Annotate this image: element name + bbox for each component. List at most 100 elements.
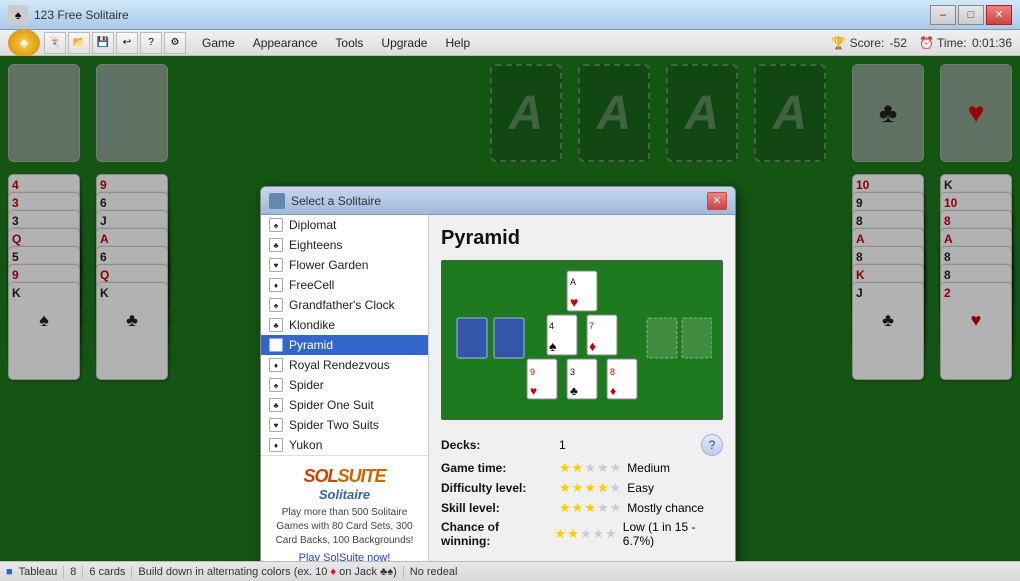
stat-difficulty-value: ★ ★ ★ ★ ★ Easy [559,480,654,496]
skill-star-1: ★ [559,500,571,516]
game-item-freecell[interactable]: ♦ FreeCell [261,275,428,295]
dialog-overlay: Select a Solitaire ✕ ♠ Diplomat ♣ Eighte… [0,56,1020,561]
game-label-spider: Spider [289,378,324,392]
game-label-royal-rendezvous: Royal Rendezvous [289,358,390,372]
select-solitaire-dialog: Select a Solitaire ✕ ♠ Diplomat ♣ Eighte… [260,186,736,561]
svg-text:♠: ♠ [549,338,557,354]
game-item-spider-one-suit[interactable]: ♣ Spider One Suit [261,395,428,415]
dialog-close-button[interactable]: ✕ [707,192,727,210]
skill-star-4: ★ [597,500,609,516]
toolbar-hint[interactable]: ? [140,32,162,54]
status-count: 8 [70,566,76,578]
chance-stars: ★ ★ ★ ★ ★ [555,526,617,542]
toolbar-save[interactable]: 💾 [92,32,114,54]
toolbar-new[interactable]: 🃏 [44,32,66,54]
svg-text:7: 7 [589,321,594,331]
game-item-spider[interactable]: ♠ Spider [261,375,428,395]
stat-decks: Decks: 1 ? [441,434,723,456]
toolbar-undo[interactable]: ↩ [116,32,138,54]
diff-star-5: ★ [610,480,622,496]
title-bar-title: 123 Free Solitaire [34,8,129,22]
score-section: 🏆 Score: -52 [831,36,907,50]
menu-game[interactable]: Game [194,34,243,52]
score-label-text: Score: [850,36,885,50]
dialog-icon [269,193,285,209]
stat-game-time-value: ★ ★ ★ ★ ★ Medium [559,460,670,476]
toolbar-options[interactable]: ⚙ [164,32,186,54]
skill-star-5: ★ [610,500,622,516]
game-item-yukon[interactable]: ♦ Yukon [261,435,428,455]
svg-text:3: 3 [570,367,575,377]
status-icon: ■ [6,566,13,578]
svg-text:9: 9 [530,367,535,377]
toolbar-open[interactable]: 📂 [68,32,90,54]
game-item-eighteens[interactable]: ♣ Eighteens [261,235,428,255]
chance-text: Low (1 in 15 - 6.7%) [623,520,723,548]
status-tableau: Tableau [19,566,58,578]
svg-text:♦: ♦ [589,338,596,354]
game-detail-title: Pyramid [441,227,723,250]
menu-right: 🏆 Score: -52 ⏰ Time: 0:01:36 [831,36,1012,50]
status-cards: 6 cards [89,566,125,578]
game-icon-spider: ♠ [269,378,283,392]
stat-game-time-label: Game time: [441,461,551,475]
game-label-eighteens: Eighteens [289,238,342,252]
score-label: 🏆 [831,36,849,50]
menu-tools[interactable]: Tools [327,34,371,52]
star-3: ★ [584,460,596,476]
game-label-grandfathers-clock: Grandfather's Clock [289,298,395,312]
menu-bar: ♣ 🃏 📂 💾 ↩ ? ⚙ Game Appearance Tools Upgr… [0,30,1020,56]
game-item-diplomat[interactable]: ♠ Diplomat [261,215,428,235]
chance-star-4: ★ [592,526,604,542]
game-item-pyramid[interactable]: ♥ Pyramid [261,335,428,355]
game-item-klondike[interactable]: ♣ Klondike [261,315,428,335]
status-redeal: No redeal [410,566,458,578]
diff-star-2: ★ [572,480,584,496]
stat-chance-value: ★ ★ ★ ★ ★ Low (1 in 15 - 6.7%) [555,520,724,548]
game-item-spider-two-suits[interactable]: ♥ Spider Two Suits [261,415,428,435]
chance-star-5: ★ [605,526,617,542]
time-label-text: Time: [937,36,967,50]
close-button[interactable]: ✕ [986,5,1012,25]
game-icon-royal-rendezvous: ♦ [269,358,283,372]
title-bar: ♠ 123 Free Solitaire – □ ✕ [0,0,1020,30]
star-2: ★ [572,460,584,476]
star-5: ★ [610,460,622,476]
game-icon-klondike: ♣ [269,318,283,332]
minimize-button[interactable]: – [930,5,956,25]
toolbar: 🃏 📂 💾 ↩ ? ⚙ [44,32,186,54]
svg-text:A: A [570,277,576,287]
difficulty-stars: ★ ★ ★ ★ ★ [559,480,621,496]
menu-appearance[interactable]: Appearance [245,34,326,52]
chance-star-3: ★ [580,526,592,542]
app-logo: ♣ [8,29,40,57]
stat-game-time: Game time: ★ ★ ★ ★ ★ Medium [441,460,723,476]
maximize-button[interactable]: □ [958,5,984,25]
ad-panel: SOLSUITE Solitaire Play more than 500 So… [261,455,428,561]
game-item-royal-rendezvous[interactable]: ♦ Royal Rendezvous [261,355,428,375]
game-item-grandfathers-clock[interactable]: ♠ Grandfather's Clock [261,295,428,315]
skill-text: Mostly chance [627,501,704,515]
menu-help[interactable]: Help [437,34,478,52]
game-icon-yukon: ♦ [269,438,283,452]
game-item-flower-garden[interactable]: ♥ Flower Garden [261,255,428,275]
status-divider-1 [63,566,64,578]
time-value: 0:01:36 [972,36,1012,50]
svg-text:♣: ♣ [570,384,578,398]
game-label-spider-two-suits: Spider Two Suits [289,418,379,432]
menu-upgrade[interactable]: Upgrade [373,34,435,52]
dialog-body: ♠ Diplomat ♣ Eighteens ♥ Flower Garden ♦… [261,215,735,561]
star-1: ★ [559,460,571,476]
svg-text:♥: ♥ [570,294,578,310]
status-divider-4 [403,566,404,578]
time-section: ⏰ Time: 0:01:36 [919,36,1012,50]
ad-link[interactable]: Play SolSuite now! [299,552,391,561]
game-label-diplomat: Diplomat [289,218,336,232]
game-label-pyramid: Pyramid [289,338,333,352]
game-icon-grandfathers-clock: ♠ [269,298,283,312]
game-label-freecell: FreeCell [289,278,334,292]
game-icon-diplomat: ♠ [269,218,283,232]
ad-body: Play more than 500 Solitaire Games with … [273,506,416,548]
help-button[interactable]: ? [701,434,723,456]
game-icon-freecell: ♦ [269,278,283,292]
